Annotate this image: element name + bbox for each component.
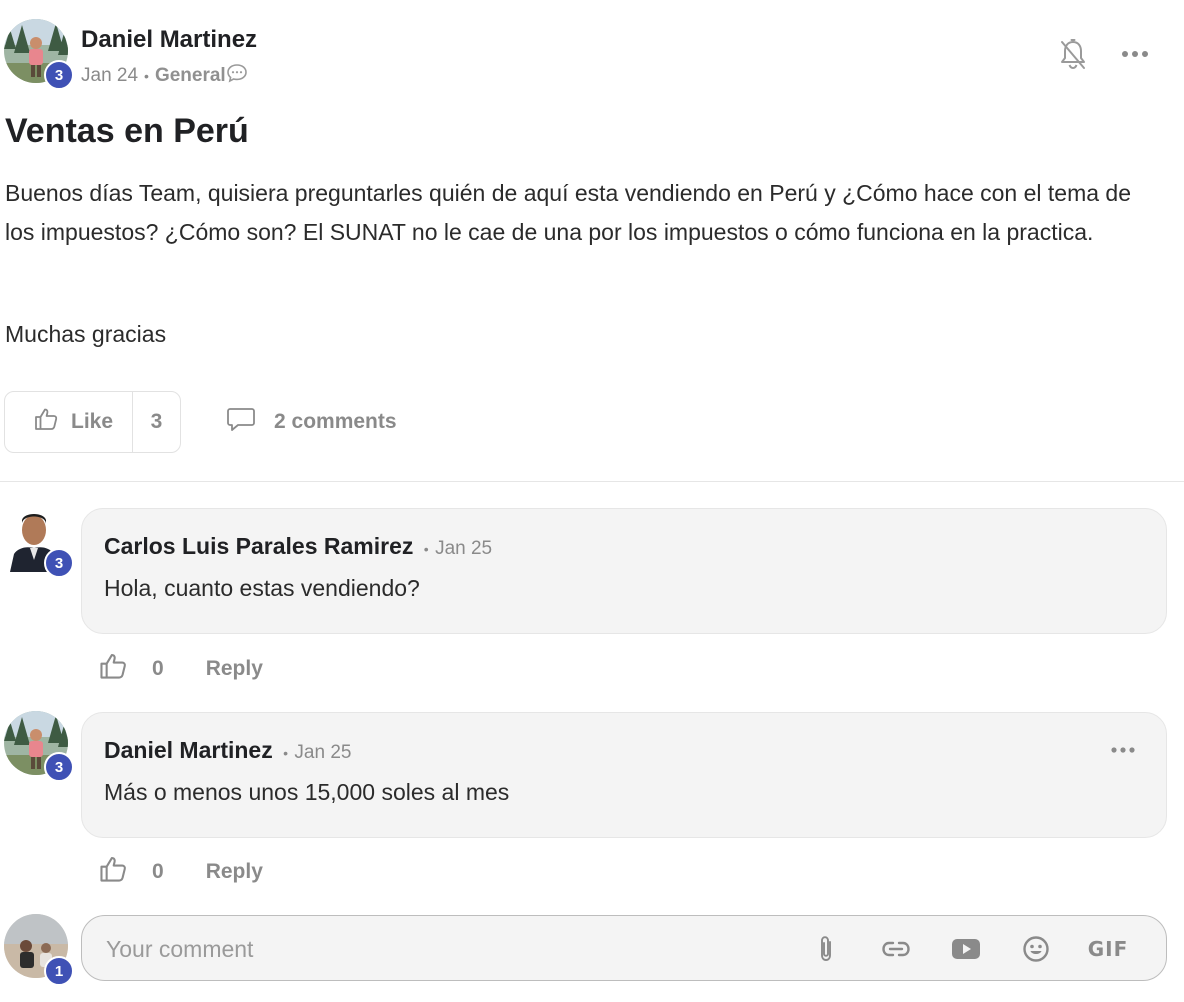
comment-author-name[interactable]: Daniel Martinez: [104, 737, 273, 763]
comments-count-label: 2 comments: [274, 410, 397, 433]
thumbs-up-icon[interactable]: [98, 854, 128, 890]
comment-like-count[interactable]: 0: [152, 860, 164, 884]
comment-like-count[interactable]: 0: [152, 657, 164, 681]
thumbs-up-icon[interactable]: [98, 651, 128, 687]
comments-toggle[interactable]: 2 comments: [226, 406, 397, 438]
bell-off-icon[interactable]: [1057, 38, 1089, 72]
comment-bubble: Carlos Luis Parales Ramirez • Jan 25 Hol…: [81, 508, 1167, 634]
gif-button[interactable]: GIF: [1086, 933, 1130, 965]
category-chat-icon: [226, 63, 248, 89]
post-body-paragraph: Buenos días Team, quisiera preguntarles …: [5, 180, 1132, 245]
post-author-name[interactable]: Daniel Martinez: [81, 26, 257, 54]
author-level-badge: 3: [44, 60, 74, 90]
reply-button[interactable]: Reply: [206, 860, 263, 884]
comment-actions: 0 Reply: [98, 854, 263, 890]
comment-author-name[interactable]: Carlos Luis Parales Ramirez: [104, 533, 413, 559]
comment-separator: •: [283, 745, 289, 761]
like-control: Like 3: [4, 391, 181, 453]
post-body-closing: Muchas gracias: [5, 321, 167, 347]
comment-header: Carlos Luis Parales Ramirez • Jan 25: [104, 533, 492, 560]
like-button[interactable]: Like: [5, 392, 133, 452]
reply-button[interactable]: Reply: [206, 657, 263, 681]
post-date[interactable]: Jan 24: [81, 65, 138, 87]
post-title: Ventas en Perú: [5, 112, 249, 150]
comment-more-options-icon[interactable]: [1110, 743, 1136, 755]
thumbs-up-icon: [33, 406, 59, 438]
link-icon[interactable]: [880, 933, 912, 965]
comment-composer: GIF: [81, 915, 1167, 981]
paperclip-icon[interactable]: [810, 933, 842, 965]
post-meta: Jan 24 • General: [81, 63, 248, 89]
smiley-icon[interactable]: [1020, 933, 1052, 965]
comment-date[interactable]: Jan 25: [294, 742, 351, 763]
chat-bubble-icon: [226, 406, 256, 438]
post-category[interactable]: General: [155, 65, 226, 87]
comment-input[interactable]: [104, 930, 788, 968]
comment-separator: •: [423, 541, 429, 557]
comment-text: Más o menos unos 15,000 soles al mes: [104, 779, 510, 805]
post-divider: [0, 481, 1184, 482]
comment-author-level-badge: 3: [44, 548, 74, 578]
comment-actions: 0 Reply: [98, 651, 263, 687]
like-count[interactable]: 3: [133, 392, 180, 452]
comment-author-level-badge: 3: [44, 752, 74, 782]
like-label: Like: [71, 410, 114, 433]
comment-header: Daniel Martinez • Jan 25: [104, 737, 351, 764]
meta-separator: •: [144, 68, 149, 84]
comment-date[interactable]: Jan 25: [435, 538, 492, 559]
comment-text: Hola, cuanto estas vendiendo?: [104, 575, 420, 601]
comment-bubble: Daniel Martinez • Jan 25 Más o menos uno…: [81, 712, 1167, 838]
post-more-options-icon[interactable]: [1120, 46, 1150, 62]
youtube-icon[interactable]: [950, 933, 982, 965]
current-user-level-badge: 1: [44, 956, 74, 986]
